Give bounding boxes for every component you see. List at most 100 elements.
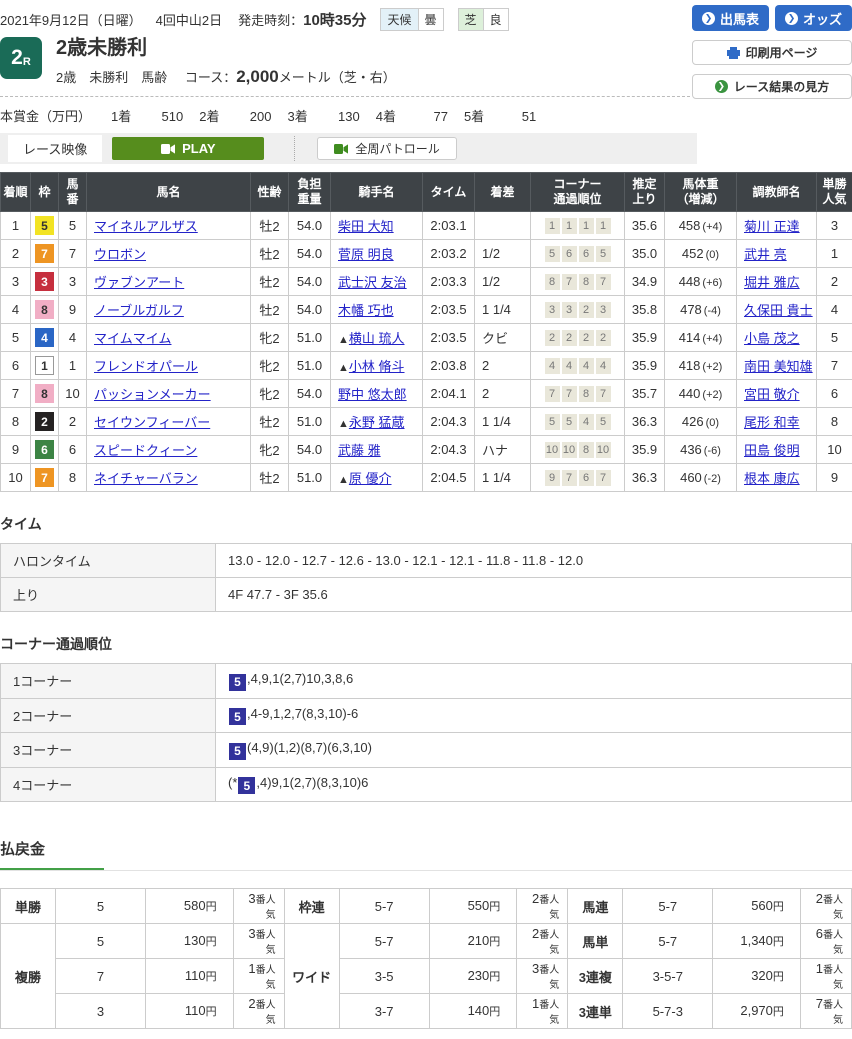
prize-amount: 510 [131, 109, 183, 124]
win-popularity: 3 [817, 212, 852, 240]
finish-time: 2:04.3 [423, 408, 475, 436]
col-time: タイム [423, 173, 475, 212]
table-row: 2コーナー 5,4-9,1,2,7(8,3,10)-6 [1, 698, 852, 733]
horse-weight-change: (+2) [702, 361, 722, 373]
sex-age: 牡2 [251, 240, 289, 268]
patrol-video-button[interactable]: 全周パトロール [317, 137, 456, 160]
place-popularity: 2番人気 [233, 994, 284, 1029]
trainer-link[interactable]: 小島 茂之 [744, 331, 800, 346]
payout-heading: 払戻金 [0, 838, 104, 870]
last-3f: 35.6 [625, 212, 665, 240]
place-label: 複勝 [1, 924, 56, 1029]
print-page-button[interactable]: 印刷用ページ [692, 40, 852, 65]
course-distance: 2,000 [236, 67, 279, 86]
entry-table-button[interactable]: ❯ 出馬表 [692, 5, 769, 31]
corner-order-suffix: (4,9)(1,2)(8,7)(6,3,10) [247, 740, 372, 755]
finish-time: 2:03.5 [423, 324, 475, 352]
finish-time: 2:04.1 [423, 380, 475, 408]
finish-position: 1 [1, 212, 31, 240]
finish-position: 5 [1, 324, 31, 352]
carried-weight: 54.0 [289, 268, 331, 296]
win-popularity: 2 [817, 268, 852, 296]
trio-popularity: 1番人気 [800, 959, 851, 994]
horse-link[interactable]: ウロボン [94, 247, 146, 262]
sex-age: 牡2 [251, 408, 289, 436]
trainer-link[interactable]: 田島 俊明 [744, 443, 800, 458]
jockey-cell: 柴田 大知 [331, 212, 423, 240]
frame-badge: 1 [35, 356, 54, 375]
horse-link[interactable]: ネイチャーバラン [94, 471, 198, 486]
corner-pos: 7 [545, 386, 560, 402]
frame-badge: 6 [35, 440, 54, 459]
leader-number-box: 5 [229, 708, 246, 725]
horse-link[interactable]: スピードクィーン [94, 443, 197, 458]
odds-button-label: オッズ [803, 9, 842, 28]
horse-weight: 478 [680, 302, 702, 317]
place-amount: 130円 [145, 924, 233, 959]
trainer-link[interactable]: 南田 美知雄 [744, 359, 813, 374]
jockey-link[interactable]: 菅原 明良 [338, 247, 394, 262]
jockey-link[interactable]: 横山 琉人 [349, 331, 405, 346]
jockey-link[interactable]: 永野 猛蔵 [349, 415, 405, 430]
margin: ハナ [475, 436, 531, 464]
horse-weight: 460 [680, 470, 702, 485]
horse-link[interactable]: フレンドオパール [94, 359, 198, 374]
table-row: 単勝 5 580円 3番人気 枠連 5-7 550円 2番人気 馬連 5-7 5… [1, 889, 852, 924]
play-button[interactable]: PLAY [112, 137, 264, 160]
carried-weight: 51.0 [289, 352, 331, 380]
trainer-link[interactable]: 根本 康広 [744, 471, 800, 486]
horse-link[interactable]: パッションメーカー [94, 387, 211, 402]
jockey-link[interactable]: 原 優介 [349, 471, 392, 486]
horse-weight: 418 [679, 358, 701, 373]
course-label: コース： [185, 70, 236, 85]
weather-badge: 天候 曇 [380, 8, 443, 31]
jockey-link[interactable]: 柴田 大知 [338, 219, 394, 234]
horse-weight-cell: 426(0) [665, 408, 737, 436]
trainer-link[interactable]: 久保田 貴士 [744, 303, 813, 318]
jockey-link[interactable]: 木幡 巧也 [338, 303, 394, 318]
corner-order-cell: 8787 [531, 268, 625, 296]
trainer-link[interactable]: 武井 亮 [744, 247, 787, 262]
wide-combo: 3-5 [339, 959, 429, 994]
side-buttons: ❯ 出馬表 ❯ オッズ 印刷用ページ ❯ レース結果の見方 [692, 5, 852, 99]
payout-section-header: 払戻金 [0, 838, 852, 871]
horse-link[interactable]: マイネルアルザス [94, 219, 198, 234]
trio-amount: 320円 [713, 959, 801, 994]
horse-link[interactable]: セイウンフィーバー [94, 415, 210, 430]
horse-link[interactable]: ヴァブンアート [94, 275, 184, 290]
jockey-link[interactable]: 野中 悠太郎 [338, 387, 407, 402]
horse-cell: マイネルアルザス [87, 212, 251, 240]
finish-time: 2:04.3 [423, 436, 475, 464]
corner-pos: 7 [596, 274, 611, 290]
corner-order-suffix: ,4,9,1(2,7)10,3,8,6 [247, 671, 353, 686]
horse-cell: ネイチャーバラン [87, 464, 251, 492]
trainer-link[interactable]: 宮田 敬介 [744, 387, 800, 402]
frame-cell: 6 [31, 436, 59, 464]
finish-position: 10 [1, 464, 31, 492]
sex-age: 牡2 [251, 268, 289, 296]
horse-link[interactable]: ノーブルガルフ [94, 303, 184, 318]
col-carried-weight: 負担重量 [289, 173, 331, 212]
trainer-link[interactable]: 堀井 雅広 [744, 275, 800, 290]
horse-weight-cell: 448(+6) [665, 268, 737, 296]
trainer-link[interactable]: 菊川 正達 [744, 219, 800, 234]
carried-weight: 54.0 [289, 212, 331, 240]
horse-weight: 458 [679, 218, 701, 233]
horse-weight-change: (-2) [704, 473, 721, 485]
jockey-link[interactable]: 武藤 雅 [338, 443, 381, 458]
race-title: 2歳未勝利 [56, 37, 396, 60]
corner-pos: 2 [579, 302, 594, 318]
margin: 1 1/4 [475, 464, 531, 492]
result-guide-button[interactable]: ❯ レース結果の見方 [692, 74, 852, 99]
col-corner-order: コーナー通過順位 [531, 173, 625, 212]
jockey-link[interactable]: 小林 脩斗 [349, 359, 405, 374]
jockey-link[interactable]: 武士沢 友治 [338, 275, 407, 290]
time-table: ハロンタイム 13.0 - 12.0 - 12.7 - 12.6 - 13.0 … [0, 543, 852, 612]
odds-button[interactable]: ❯ オッズ [775, 5, 852, 31]
weather-value: 曇 [418, 9, 443, 30]
horse-number: 2 [59, 408, 87, 436]
corner-4-order: (*5,4)9,1(2,7)(8,3,10)6 [216, 767, 852, 802]
horse-link[interactable]: マイムマイム [94, 331, 171, 346]
win-popularity: 7 [817, 352, 852, 380]
trainer-link[interactable]: 尾形 和幸 [744, 415, 800, 430]
